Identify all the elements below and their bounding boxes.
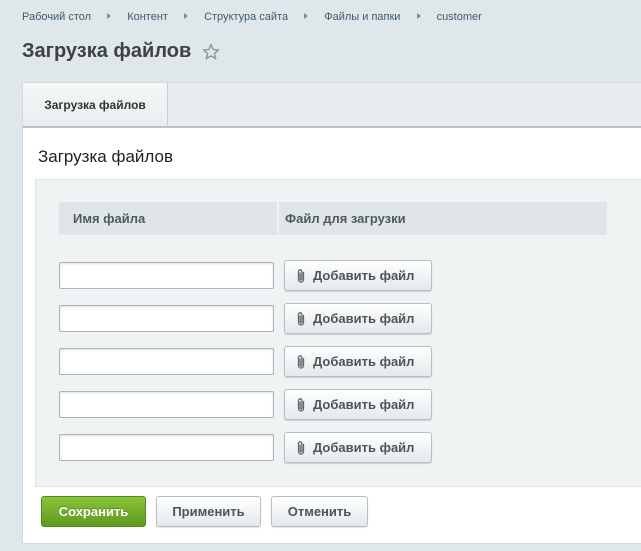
page-header: Загрузка файлов: [22, 40, 220, 63]
breadcrumb-item-site-structure[interactable]: Структура сайта: [204, 11, 288, 23]
add-file-label: Добавить файл: [313, 268, 415, 283]
breadcrumb-item-desktop[interactable]: Рабочий стол: [22, 11, 91, 23]
file-name-input[interactable]: [59, 262, 274, 289]
cancel-button[interactable]: Отменить: [271, 496, 368, 527]
breadcrumb-separator-icon: [416, 13, 421, 19]
breadcrumb-item-files-folders[interactable]: Файлы и папки: [324, 11, 400, 23]
breadcrumb-item-customer[interactable]: customer: [437, 11, 482, 23]
apply-button[interactable]: Применить: [156, 496, 261, 527]
add-file-label: Добавить файл: [313, 354, 415, 369]
table-row: Добавить файл: [59, 297, 432, 340]
add-file-button[interactable]: Добавить файл: [284, 260, 432, 291]
section-title: Загрузка файлов: [38, 147, 174, 166]
column-header-file-name: Имя файла: [59, 202, 277, 235]
tab-file-upload[interactable]: Загрузка файлов: [23, 83, 168, 127]
form-actions: Сохранить Применить Отменить: [41, 496, 378, 527]
paperclip-icon: [295, 397, 307, 413]
add-file-button[interactable]: Добавить файл: [284, 432, 432, 463]
add-file-button[interactable]: Добавить файл: [284, 303, 432, 334]
breadcrumb-separator-icon: [304, 13, 309, 19]
upload-form: Имя файла Файл для загрузки Добавить фай…: [35, 179, 641, 487]
column-header-file-to-upload: Файл для загрузки: [279, 202, 607, 235]
page-title: Загрузка файлов: [22, 40, 192, 62]
paperclip-icon: [295, 268, 307, 284]
table-header: Имя файла Файл для загрузки: [59, 202, 607, 235]
table-row: Добавить файл: [59, 340, 432, 383]
breadcrumb-separator-icon: [184, 13, 188, 19]
breadcrumb-item-content[interactable]: Контент: [127, 11, 168, 23]
table-row: Добавить файл: [59, 254, 432, 297]
star-icon[interactable]: [202, 43, 220, 61]
table-row: Добавить файл: [59, 426, 432, 469]
add-file-label: Добавить файл: [313, 397, 415, 412]
paperclip-icon: [295, 311, 307, 327]
tab-bar: Загрузка файлов: [22, 82, 641, 127]
table-row: Добавить файл: [59, 383, 432, 426]
breadcrumb-separator-icon: [107, 13, 112, 19]
upload-panel: Загрузка файлов Имя файла Файл для загру…: [22, 126, 641, 544]
add-file-button[interactable]: Добавить файл: [284, 389, 432, 420]
file-name-input[interactable]: [59, 434, 274, 461]
paperclip-icon: [295, 440, 307, 456]
file-name-input[interactable]: [59, 305, 274, 332]
add-file-label: Добавить файл: [313, 311, 415, 326]
add-file-label: Добавить файл: [313, 440, 415, 455]
file-name-input[interactable]: [59, 348, 274, 375]
upload-rows: Добавить файл Добавить файл Добавить фай…: [59, 254, 432, 469]
breadcrumb: Рабочий стол Контент Структура сайта Фай…: [22, 11, 482, 23]
save-button[interactable]: Сохранить: [41, 496, 146, 527]
add-file-button[interactable]: Добавить файл: [284, 346, 432, 377]
paperclip-icon: [295, 354, 307, 370]
file-name-input[interactable]: [59, 391, 274, 418]
